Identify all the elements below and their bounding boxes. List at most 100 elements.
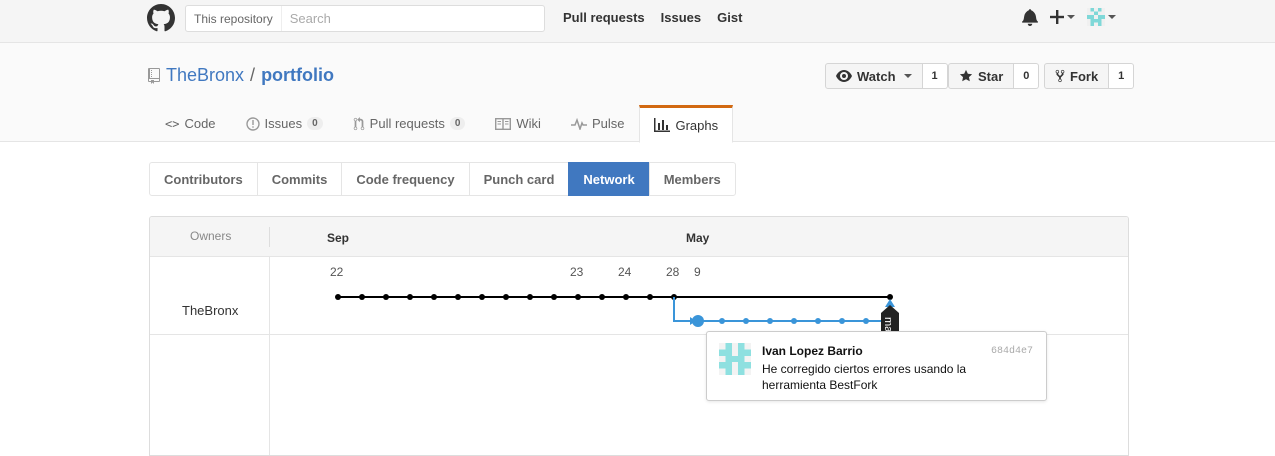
commit-tooltip: Ivan Lopez Barrio 684d4e7 He corregido c… <box>706 331 1047 401</box>
watch-label: Watch <box>857 68 896 84</box>
issue-opened-icon <box>245 116 260 131</box>
plus-icon <box>1050 10 1064 24</box>
commit-dot-highlighted[interactable] <box>692 315 704 327</box>
repo-owner-link[interactable]: TheBronx <box>166 65 244 86</box>
pulls-count-badge: 0 <box>449 117 466 130</box>
tab-wiki-label: Wiki <box>516 116 541 131</box>
commit-dot[interactable] <box>407 294 413 300</box>
issues-count-badge: 0 <box>307 117 323 130</box>
commit-message: He corregido ciertos errores usando la h… <box>762 362 967 392</box>
commit-dot[interactable] <box>719 318 725 324</box>
fork-label: Fork <box>1070 68 1099 84</box>
commit-dot[interactable] <box>503 294 509 300</box>
repo-name-link[interactable]: portfolio <box>261 65 334 86</box>
commit-dot[interactable] <box>431 294 437 300</box>
fork-group: Fork 1 <box>1044 63 1135 89</box>
nav-gist[interactable]: Gist <box>717 10 742 25</box>
commit-dot[interactable] <box>767 318 773 324</box>
create-new-button[interactable] <box>1050 10 1075 24</box>
tab-pull-requests[interactable]: Pull requests 0 <box>338 105 481 142</box>
tab-graphs[interactable]: Graphs <box>639 105 734 143</box>
subnav-network[interactable]: Network <box>568 162 650 196</box>
commit-dot[interactable] <box>815 318 821 324</box>
nav-pull-requests[interactable]: Pull requests <box>563 10 645 25</box>
eye-icon <box>836 70 852 82</box>
chevron-down-icon <box>1067 15 1075 19</box>
pulse-icon <box>570 117 587 130</box>
search-input[interactable] <box>281 6 542 31</box>
day-label: 23 <box>570 265 584 279</box>
header-actions <box>1022 8 1116 26</box>
repo-nav: <> Code Issues 0 Pull requests 0 Wiki Pu… <box>150 105 734 143</box>
subnav-contributors[interactable]: Contributors <box>149 162 258 196</box>
tab-pulse-label: Pulse <box>591 116 625 131</box>
star-icon <box>959 69 973 82</box>
search-box: This repository <box>185 5 545 32</box>
day-label: 28 <box>666 265 680 279</box>
chevron-down-icon <box>1108 15 1116 19</box>
path-separator: / <box>250 65 256 85</box>
fork-icon <box>1055 69 1065 83</box>
commit-dot[interactable] <box>647 294 653 300</box>
commit-dot[interactable] <box>335 294 341 300</box>
commit-dot[interactable] <box>623 294 629 300</box>
search-scope-label: This repository <box>186 6 282 31</box>
code-icon: <> <box>165 116 180 131</box>
repo-header: TheBronx / portfolio Watch 1 Star 0 Fork <box>0 43 1275 143</box>
commit-dot[interactable] <box>599 294 605 300</box>
month-label: Sep <box>327 231 349 245</box>
subnav-punch-card[interactable]: Punch card <box>468 162 570 196</box>
subnav-members[interactable]: Members <box>648 162 736 196</box>
tab-code[interactable]: <> Code <box>150 105 231 142</box>
tab-pulse[interactable]: Pulse <box>556 105 640 142</box>
tab-issues[interactable]: Issues 0 <box>231 105 338 142</box>
bell-icon[interactable] <box>1022 8 1038 26</box>
commit-dot[interactable] <box>383 294 389 300</box>
star-group: Star 0 <box>948 63 1040 89</box>
fork-count[interactable]: 1 <box>1109 63 1135 89</box>
git-pull-request-icon <box>353 116 364 130</box>
avatar <box>1087 8 1105 26</box>
day-label: 9 <box>694 265 701 279</box>
tab-code-label: Code <box>184 116 216 131</box>
github-logo-icon[interactable] <box>147 4 175 32</box>
star-label: Star <box>978 68 1004 84</box>
nav-issues[interactable]: Issues <box>661 10 701 25</box>
repo-icon <box>148 67 160 84</box>
commit-dot[interactable] <box>863 318 869 324</box>
watch-group: Watch 1 <box>825 63 948 89</box>
commit-author: Ivan Lopez Barrio <box>762 344 863 358</box>
subnav-commits[interactable]: Commits <box>256 162 343 196</box>
tab-wiki[interactable]: Wiki <box>480 105 556 142</box>
commit-dot[interactable] <box>455 294 461 300</box>
subnav-code-frequency[interactable]: Code frequency <box>341 162 470 196</box>
star-count[interactable]: 0 <box>1014 63 1040 89</box>
top-nav: Pull requests Issues Gist <box>563 10 742 25</box>
watch-count[interactable]: 1 <box>922 63 948 89</box>
graph-icon <box>654 118 671 132</box>
commit-dot[interactable] <box>359 294 365 300</box>
month-label: May <box>686 231 710 245</box>
tab-graphs-label: Graphs <box>675 117 719 133</box>
commit-sha: 684d4e7 <box>990 346 1033 357</box>
commit-dot[interactable] <box>551 294 557 300</box>
tab-issues-label: Issues <box>264 116 303 131</box>
commit-dot[interactable] <box>743 318 749 324</box>
commit-dot[interactable] <box>527 294 533 300</box>
repo-title: TheBronx / portfolio <box>148 65 334 86</box>
commit-dot[interactable] <box>575 294 581 300</box>
commit-dot[interactable] <box>839 318 845 324</box>
day-label: 24 <box>618 265 632 279</box>
site-header: This repository Pull requests Issues Gis… <box>0 0 1275 43</box>
author-avatar <box>719 343 751 375</box>
fork-branch-connector <box>673 297 690 322</box>
commit-dot[interactable] <box>791 318 797 324</box>
fork-button[interactable]: Fork <box>1044 63 1110 89</box>
day-label: 22 <box>330 265 344 279</box>
commit-dot[interactable] <box>479 294 485 300</box>
user-menu-button[interactable] <box>1087 8 1116 26</box>
watch-button[interactable]: Watch <box>825 63 923 89</box>
star-button[interactable]: Star <box>948 63 1015 89</box>
tab-pull-requests-label: Pull requests <box>369 116 445 131</box>
chevron-down-icon <box>903 74 912 78</box>
